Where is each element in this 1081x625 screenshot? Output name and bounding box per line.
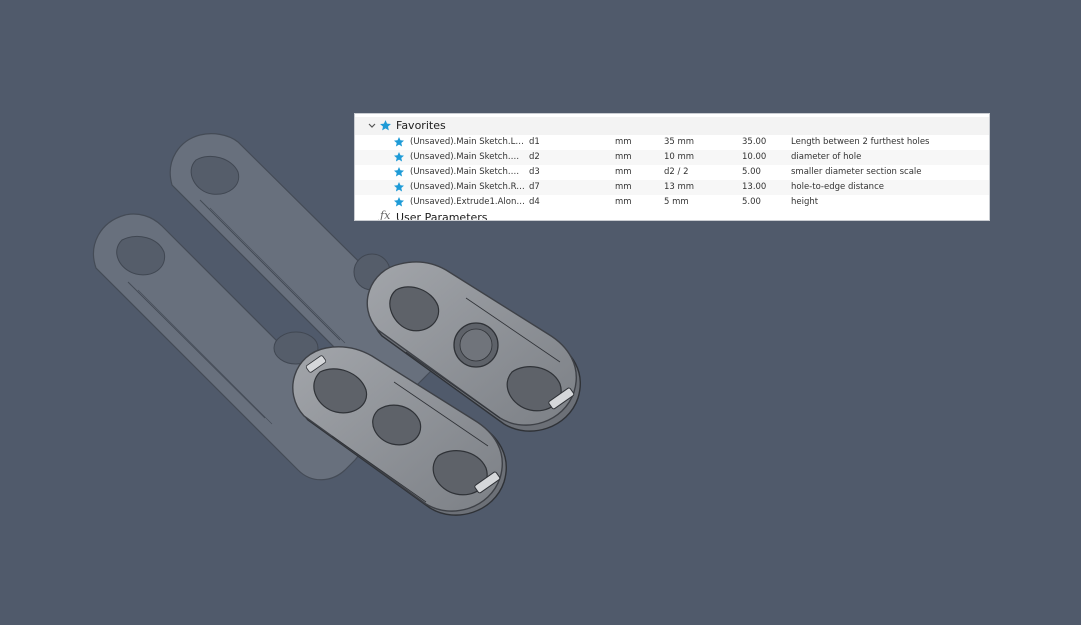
parameter-row[interactable]: (Unsaved).Main Sketch.Ra... d7 mm 13 mm 13.0… [355,180,989,195]
parameter-name: (Unsaved).Main Sketch.Dia... [410,167,525,177]
parameters-panel: Favorites (Unsaved).Main Sketch.Lin... d1… [354,113,990,221]
favorites-group-header[interactable]: Favorites [355,117,989,135]
parameter-expression[interactable]: 13 mm [664,182,694,192]
parameter-id: d1 [529,137,540,147]
parameter-expression[interactable]: d2 / 2 [664,167,688,177]
parameter-row[interactable]: (Unsaved).Main Sketch.Dia... d3 mm d2 / 2 5.… [355,165,989,180]
star-icon [380,120,391,131]
parameter-expression[interactable]: 10 mm [664,152,694,162]
parameter-name: (Unsaved).Main Sketch.Lin... [410,137,525,147]
parameter-unit: mm [615,182,632,192]
parameter-value: 35.00 [742,137,767,147]
parameter-row[interactable]: (Unsaved).Main Sketch.Dia... d2 mm 10 mm 10.… [355,150,989,165]
user-parameters-label: User Parameters [396,211,488,221]
parameter-id: d3 [529,167,540,177]
parameter-comment[interactable]: height [791,197,818,207]
parameter-unit: mm [615,137,632,147]
parameter-unit: mm [615,197,632,207]
parameter-unit: mm [615,167,632,177]
star-icon[interactable] [393,166,405,178]
parameter-comment[interactable]: diameter of hole [791,152,861,162]
star-icon[interactable] [393,151,405,163]
parameter-id: d4 [529,197,540,207]
parameter-unit: mm [615,152,632,162]
parameter-expression[interactable]: 35 mm [664,137,694,147]
chevron-down-icon[interactable] [367,119,377,133]
parameter-value: 5.00 [742,197,761,207]
parameter-expression[interactable]: 5 mm [664,197,689,207]
parameter-value: 10.00 [742,152,767,162]
parameter-name: (Unsaved).Main Sketch.Dia... [410,152,525,162]
parameter-comment[interactable]: smaller diameter section scale [791,167,922,177]
parameter-value: 13.00 [742,182,767,192]
parameter-name: (Unsaved).Main Sketch.Ra... [410,182,525,192]
fx-icon: ƒx [380,209,391,221]
parameter-row[interactable]: (Unsaved).Main Sketch.Lin... d1 mm 35 mm 35.… [355,135,989,150]
star-icon[interactable] [393,181,405,193]
star-icon[interactable] [393,136,405,148]
parameter-row[interactable]: (Unsaved).Extrude1.AlongD... d4 mm 5 mm 5.00… [355,195,989,210]
user-parameters-group-header[interactable]: ƒx User Parameters [355,209,989,221]
favorites-label: Favorites [396,119,446,132]
parameter-comment[interactable]: Length between 2 furthest holes [791,137,929,147]
parameter-name: (Unsaved).Extrude1.AlongD... [410,197,525,207]
parameter-id: d7 [529,182,540,192]
parameter-value: 5.00 [742,167,761,177]
star-icon[interactable] [393,196,405,208]
parameter-comment[interactable]: hole-to-edge distance [791,182,884,192]
parameter-id: d2 [529,152,540,162]
3d-viewport[interactable] [0,0,1081,625]
